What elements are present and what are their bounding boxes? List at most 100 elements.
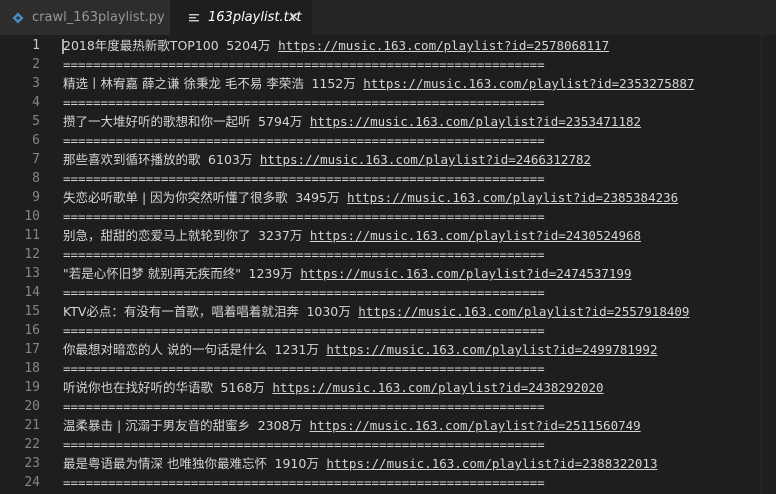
editor-line[interactable]: 15 KTV必点：有没有一首歌，唱着唱着就泪奔 1030万 https://mus… xyxy=(0,302,776,321)
tab-playlist-txt[interactable]: 163playlist.txt × xyxy=(170,0,312,35)
line-number: 23 xyxy=(24,456,40,471)
tab-crawl-py[interactable]: crawl_163playlist.py xyxy=(0,0,170,35)
editor-line[interactable]: 5 攒了一大堆好听的歌想和你一起听 5794万 https://music.163… xyxy=(0,112,776,131)
line-content: 攒了一大堆好听的歌想和你一起听 5794万 https://music.163.… xyxy=(63,112,641,131)
editor-line[interactable]: 22 ======================================… xyxy=(0,435,776,454)
close-icon[interactable]: × xyxy=(288,9,300,25)
editor-line[interactable]: 4 =======================================… xyxy=(0,93,776,112)
line-number: 17 xyxy=(24,342,40,357)
vertical-scrollbar[interactable] xyxy=(761,35,776,494)
line-number: 13 xyxy=(24,266,40,281)
playlist-url-link[interactable]: https://music.163.com/playlist?id=235347… xyxy=(310,114,641,129)
playlist-title: 2018年度最热新歌TOP100 xyxy=(63,38,219,53)
line-number: 18 xyxy=(24,361,40,376)
editor-line[interactable]: 7 那些喜欢到循环播放的歌 6103万 https://music.163.com… xyxy=(0,150,776,169)
line-content: ========================================… xyxy=(63,207,545,226)
line-number: 15 xyxy=(24,304,40,319)
playlist-url-link[interactable]: https://music.163.com/playlist?id=247453… xyxy=(300,266,631,281)
line-number: 22 xyxy=(24,437,40,452)
text-editor[interactable]: 1 2018年度最热新歌TOP100 5204万 https://music.16… xyxy=(0,35,776,494)
editor-line[interactable]: 3 精选丨林宥嘉 薛之谦 徐秉龙 毛不易 李荣浩 1152万 https://mu… xyxy=(0,74,776,93)
line-number: 24 xyxy=(24,475,40,490)
playlist-url-link[interactable]: https://music.163.com/playlist?id=235327… xyxy=(363,76,694,91)
editor-line[interactable]: 6 =======================================… xyxy=(0,131,776,150)
play-count: 2308万 xyxy=(257,418,303,433)
separator-text: ========================================… xyxy=(63,95,545,110)
line-number: 7 xyxy=(32,152,40,167)
line-number: 1 xyxy=(32,38,40,53)
separator-text: ========================================… xyxy=(63,171,545,186)
editor-line[interactable]: 11 别急，甜甜的恋爱马上就轮到你了 3237万 https://music.16… xyxy=(0,226,776,245)
line-content: ========================================… xyxy=(63,397,545,416)
line-content: 那些喜欢到循环播放的歌 6103万 https://music.163.com/… xyxy=(63,150,591,169)
editor-line[interactable]: 8 =======================================… xyxy=(0,169,776,188)
line-number: 9 xyxy=(32,190,40,205)
line-content: ========================================… xyxy=(63,473,545,492)
editor-line[interactable]: 9 失恋必听歌单 | 因为你突然听懂了很多歌 3495万 https://musi… xyxy=(0,188,776,207)
separator-text: ========================================… xyxy=(63,475,545,490)
editor-line[interactable]: 16 ======================================… xyxy=(0,321,776,340)
line-content: 2018年度最热新歌TOP100 5204万 https://music.163… xyxy=(63,36,609,55)
editor-line[interactable]: 18 ======================================… xyxy=(0,359,776,378)
play-count: 5204万 xyxy=(226,38,271,53)
line-content: ========================================… xyxy=(63,245,545,264)
line-content: 最是粤语最为情深 也唯独你最难忘怀 1910万 https://music.16… xyxy=(63,454,658,473)
editor-line[interactable]: 12 ======================================… xyxy=(0,245,776,264)
line-content: ========================================… xyxy=(63,359,545,378)
line-content: KTV必点：有没有一首歌，唱着唱着就泪奔 1030万 https://music… xyxy=(63,302,689,321)
python-icon xyxy=(10,10,26,26)
line-number: 8 xyxy=(32,171,40,186)
playlist-url-link[interactable]: https://music.163.com/playlist?id=257806… xyxy=(278,38,609,53)
line-content: ========================================… xyxy=(63,93,545,112)
line-content: ========================================… xyxy=(63,131,545,150)
editor-line[interactable]: 17 你最想对暗恋的人 说的一句话是什么 1231万 https://music.… xyxy=(0,340,776,359)
editor-line[interactable]: 23 最是粤语最为情深 也唯独你最难忘怀 1910万 https://music.… xyxy=(0,454,776,473)
playlist-title: 最是粤语最为情深 也唯独你最难忘怀 xyxy=(63,456,267,471)
playlist-title: 精选丨林宥嘉 薛之谦 徐秉龙 毛不易 李荣浩 xyxy=(63,76,304,91)
editor-line[interactable]: 2 =======================================… xyxy=(0,55,776,74)
line-number: 5 xyxy=(32,114,40,129)
play-count: 6103万 xyxy=(208,152,253,167)
separator-text: ========================================… xyxy=(63,437,545,452)
separator-text: ========================================… xyxy=(63,133,545,148)
editor-line[interactable]: 20 ======================================… xyxy=(0,397,776,416)
tab-bar: crawl_163playlist.py 163playlist.txt × xyxy=(0,0,776,35)
line-number: 20 xyxy=(24,399,40,414)
playlist-title: "若是心怀旧梦 就别再无疾而终" xyxy=(63,266,241,281)
playlist-url-link[interactable]: https://music.163.com/playlist?id=243829… xyxy=(272,380,603,395)
playlist-url-link[interactable]: https://music.163.com/playlist?id=238538… xyxy=(347,190,678,205)
playlist-title: 听说你也在找好听的华语歌 xyxy=(63,380,214,395)
line-number: 14 xyxy=(24,285,40,300)
editor-line[interactable]: 14 ======================================… xyxy=(0,283,776,302)
separator-text: ========================================… xyxy=(63,399,545,414)
line-content: 别急，甜甜的恋爱马上就轮到你了 3237万 https://music.163.… xyxy=(63,226,641,245)
playlist-url-link[interactable]: https://music.163.com/playlist?id=255791… xyxy=(358,304,689,319)
playlist-url-link[interactable]: https://music.163.com/playlist?id=238832… xyxy=(326,456,657,471)
playlist-title: 攒了一大堆好听的歌想和你一起听 xyxy=(63,114,251,129)
editor-line[interactable]: 10 ======================================… xyxy=(0,207,776,226)
play-count: 5794万 xyxy=(258,114,303,129)
play-count: 1910万 xyxy=(274,456,319,471)
playlist-url-link[interactable]: https://music.163.com/playlist?id=251156… xyxy=(310,418,641,433)
playlist-url-link[interactable]: https://music.163.com/playlist?id=243052… xyxy=(310,228,641,243)
editor-line[interactable]: 21 温柔暴击 | 沉溺于男友音的甜蜜乡 2308万 https://music.… xyxy=(0,416,776,435)
playlist-title: KTV必点：有没有一首歌，唱着唱着就泪奔 xyxy=(63,304,299,319)
playlist-title: 失恋必听歌单 | 因为你突然听懂了很多歌 xyxy=(63,190,288,205)
line-number: 21 xyxy=(24,418,40,433)
editor-line[interactable]: 1 2018年度最热新歌TOP100 5204万 https://music.16… xyxy=(0,36,776,55)
editor-line[interactable]: 24 ======================================… xyxy=(0,473,776,492)
line-content: ========================================… xyxy=(63,55,545,74)
line-content: 失恋必听歌单 | 因为你突然听懂了很多歌 3495万 https://music… xyxy=(63,188,678,207)
playlist-title: 温柔暴击 | 沉溺于男友音的甜蜜乡 xyxy=(63,418,251,433)
line-number: 2 xyxy=(32,57,40,72)
line-number: 3 xyxy=(32,76,40,91)
playlist-url-link[interactable]: https://music.163.com/playlist?id=246631… xyxy=(260,152,591,167)
playlist-url-link[interactable]: https://music.163.com/playlist?id=249978… xyxy=(326,342,657,357)
editor-line[interactable]: 19 听说你也在找好听的华语歌 5168万 https://music.163.c… xyxy=(0,378,776,397)
separator-text: ========================================… xyxy=(63,209,545,224)
play-count: 5168万 xyxy=(220,380,265,395)
editor-line[interactable]: 13 "若是心怀旧梦 就别再无疾而终" 1239万 https://music.1… xyxy=(0,264,776,283)
line-content: ========================================… xyxy=(63,169,545,188)
line-number: 10 xyxy=(24,209,40,224)
line-number: 16 xyxy=(24,323,40,338)
